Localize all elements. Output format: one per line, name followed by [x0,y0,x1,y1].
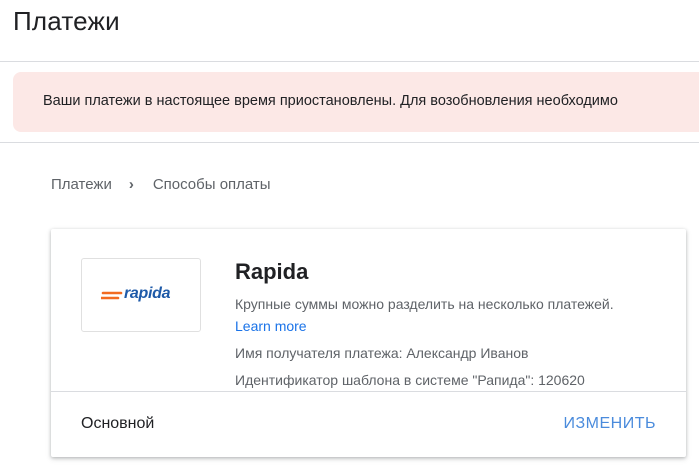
alert-text: Ваши платежи в настоящее время приостано… [43,93,618,109]
header-divider [0,61,699,62]
rapida-logo: rapida [81,258,201,332]
learn-more-link[interactable]: Learn more [235,318,307,334]
payment-method-card: rapida Rapida Крупные суммы можно раздел… [51,229,686,457]
payments-page: Платежи Ваши платежи в настоящее время п… [0,0,699,473]
chevron-right-icon: › [128,176,134,193]
alert-divider [0,142,699,143]
breadcrumb: Платежи › Способы оплаты [51,176,271,193]
page-title: Платежи [13,6,120,36]
breadcrumb-item-payment-methods: Способы оплаты [152,176,271,193]
recipient-name: Имя получателя платежа: Александр Иванов [235,345,529,361]
edit-button[interactable]: ИЗМЕНИТЬ [564,415,657,433]
primary-status-label: Основной [81,415,155,432]
breadcrumb-item-payments[interactable]: Платежи [51,176,112,193]
rapida-logo-graphic: rapida [101,285,181,305]
payment-method-description: Крупные суммы можно разделить на несколь… [235,296,614,312]
payment-method-name: Rapida [235,259,309,284]
card-divider [51,391,686,392]
template-id: Идентификатор шаблона в системе "Рапида"… [235,372,585,388]
rapida-logo-text: rapida [124,285,171,302]
payments-suspended-alert: Ваши платежи в настоящее время приостано… [13,72,699,132]
